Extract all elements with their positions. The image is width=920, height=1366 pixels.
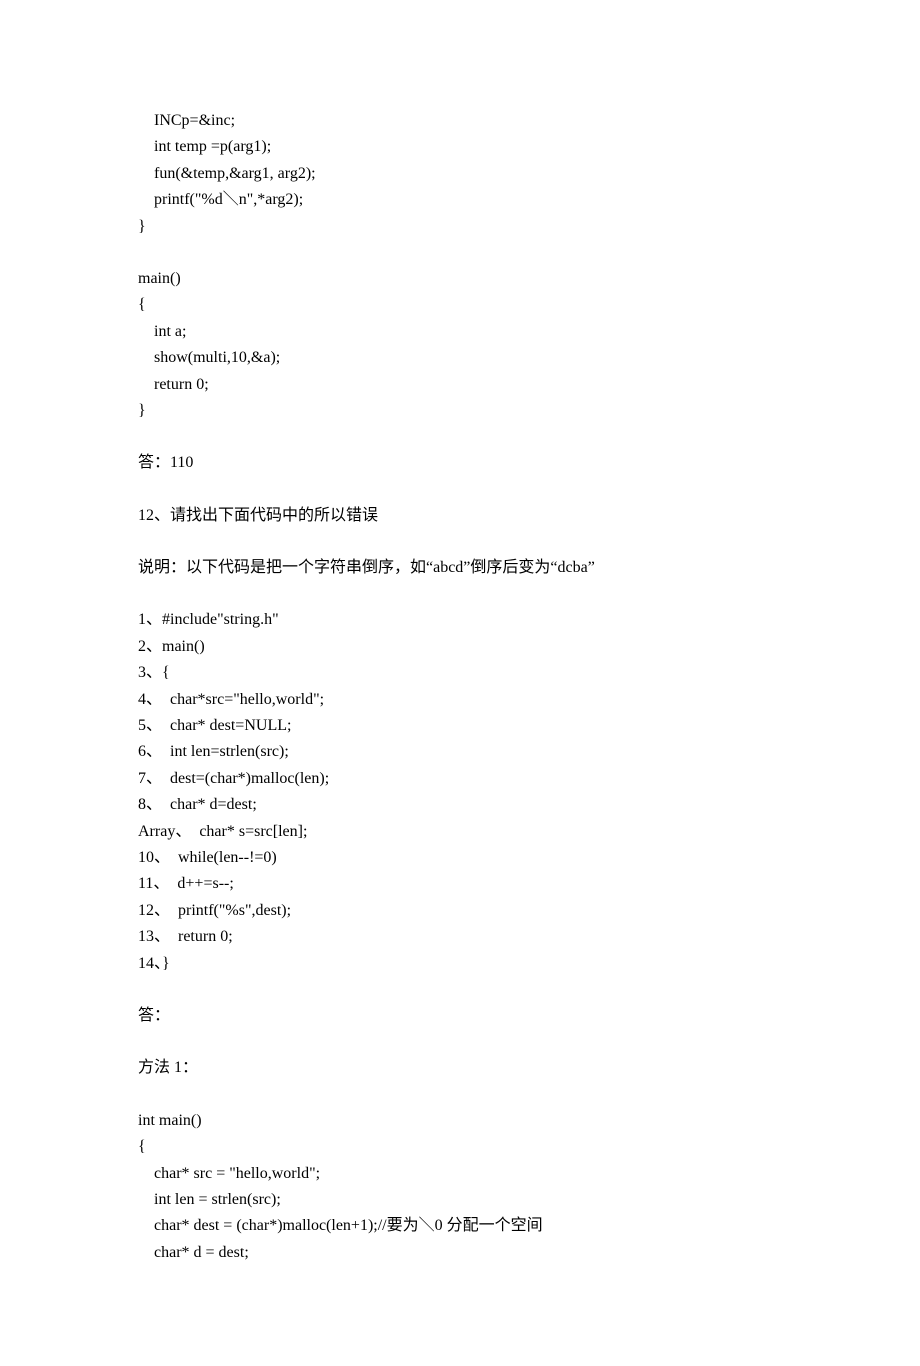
code-line: 10、 while(len--!=0) [138, 845, 782, 871]
code-line: } [138, 398, 782, 424]
text-line: 方法 1： [138, 1055, 782, 1081]
method-label: 方法 1： [138, 1055, 782, 1081]
text-line: 答：110 [138, 450, 782, 476]
code-line: { [138, 292, 782, 318]
code-line: int main() [138, 1108, 782, 1134]
code-line: char* d = dest; [138, 1240, 782, 1266]
code-block-4: int main() { char* src = "hello,world"; … [138, 1108, 782, 1266]
code-line: 12、 printf("%s",dest); [138, 898, 782, 924]
code-line: Array、 char* s=src[len]; [138, 819, 782, 845]
text-line: 12、请找出下面代码中的所以错误 [138, 503, 782, 529]
code-line: 4、 char*src="hello,world"; [138, 687, 782, 713]
code-line: fun(&temp,&arg1, arg2); [138, 161, 782, 187]
answer-line: 答：110 [138, 450, 782, 476]
code-line: 2、main() [138, 634, 782, 660]
code-line: main() [138, 266, 782, 292]
answer-label: 答： [138, 1003, 782, 1029]
code-line: 13、 return 0; [138, 924, 782, 950]
text-line: 答： [138, 1003, 782, 1029]
code-line: int temp =p(arg1); [138, 134, 782, 160]
code-line: char* dest = (char*)malloc(len+1);//要为＼0… [138, 1213, 782, 1239]
question-title: 12、请找出下面代码中的所以错误 [138, 503, 782, 529]
code-line: int len = strlen(src); [138, 1187, 782, 1213]
code-line: 6、 int len=strlen(src); [138, 739, 782, 765]
code-line: char* src = "hello,world"; [138, 1161, 782, 1187]
code-line: 11、 d++=s--; [138, 871, 782, 897]
question-description: 说明：以下代码是把一个字符串倒序，如“abcd”倒序后变为“dcba” [138, 555, 782, 581]
document-page: INCp=&inc; int temp =p(arg1); fun(&temp,… [0, 0, 920, 1366]
code-line: int a; [138, 319, 782, 345]
text-line: 说明：以下代码是把一个字符串倒序，如“abcd”倒序后变为“dcba” [138, 555, 782, 581]
code-line: 7、 dest=(char*)malloc(len); [138, 766, 782, 792]
code-line: 5、 char* dest=NULL; [138, 713, 782, 739]
code-line: 8、 char* d=dest; [138, 792, 782, 818]
code-block-1: INCp=&inc; int temp =p(arg1); fun(&temp,… [138, 108, 782, 240]
code-line: 1、#include"string.h" [138, 607, 782, 633]
code-line: 3、{ [138, 660, 782, 686]
code-block-2: main() { int a; show(multi,10,&a); retur… [138, 266, 782, 424]
code-line: { [138, 1134, 782, 1160]
code-line: show(multi,10,&a); [138, 345, 782, 371]
code-line: } [138, 214, 782, 240]
code-line: 14、} [138, 951, 782, 977]
code-line: printf("%d＼n",*arg2); [138, 187, 782, 213]
code-block-3: 1、#include"string.h" 2、main() 3、{ 4、 cha… [138, 607, 782, 976]
code-line: INCp=&inc; [138, 108, 782, 134]
code-line: return 0; [138, 372, 782, 398]
